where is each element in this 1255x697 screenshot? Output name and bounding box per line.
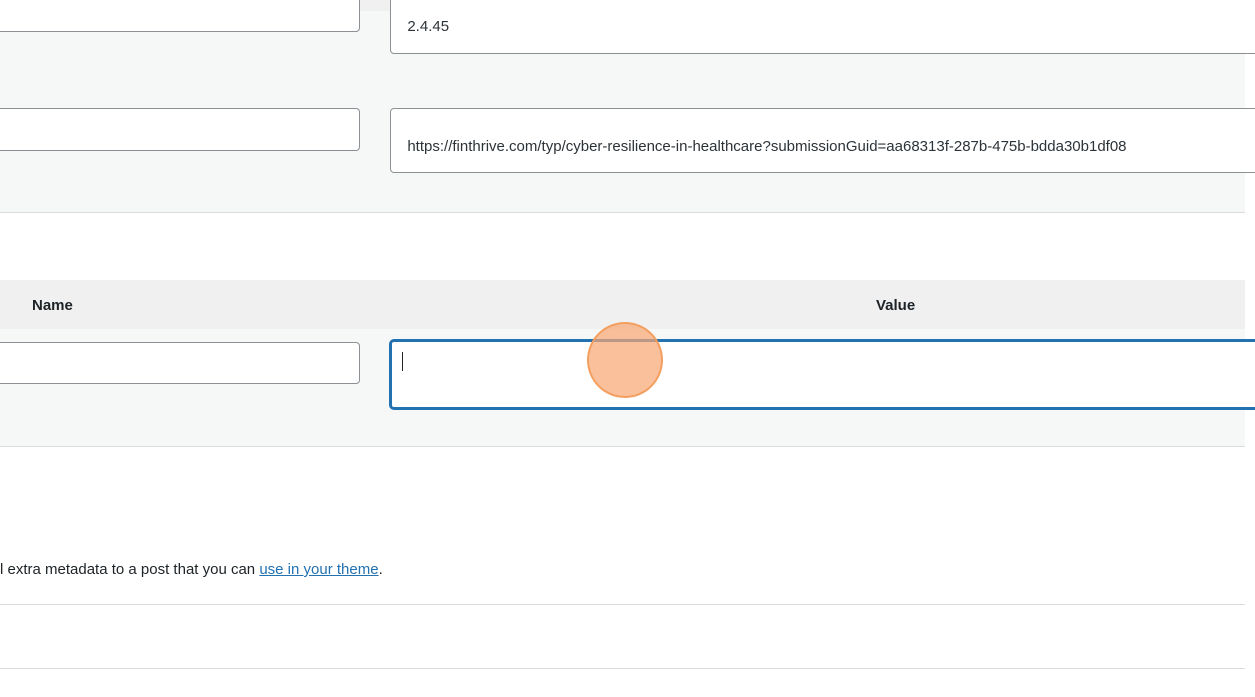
column-header-value: Value [876,297,916,314]
meta-value-text-2: https://finthrive.com/typ/cyber-resilien… [407,138,1127,155]
divider [0,212,1245,213]
meta-key-input-2[interactable] [0,108,360,151]
text-caret [402,352,403,371]
meta-value-textarea-2[interactable]: https://finthrive.com/typ/cyber-resilien… [390,108,1255,173]
column-header-name: Name [32,297,73,314]
use-in-theme-link[interactable]: use in your theme [259,561,378,578]
description-prefix: l extra metadata to a post that you can [0,561,260,578]
new-meta-key-input[interactable] [0,342,360,384]
divider [0,446,1245,447]
description-suffix: . [378,561,383,578]
meta-value-textarea-1[interactable]: 2.4.45 [390,0,1255,54]
meta-value-text-1: 2.4.45 [407,18,450,35]
meta-key-input-1[interactable] [0,0,360,32]
click-indicator [587,322,663,398]
divider [0,668,1245,669]
custom-fields-description: l extra metadata to a post that you can … [0,561,383,578]
divider [0,604,1245,605]
new-meta-value-textarea[interactable] [390,340,1255,409]
